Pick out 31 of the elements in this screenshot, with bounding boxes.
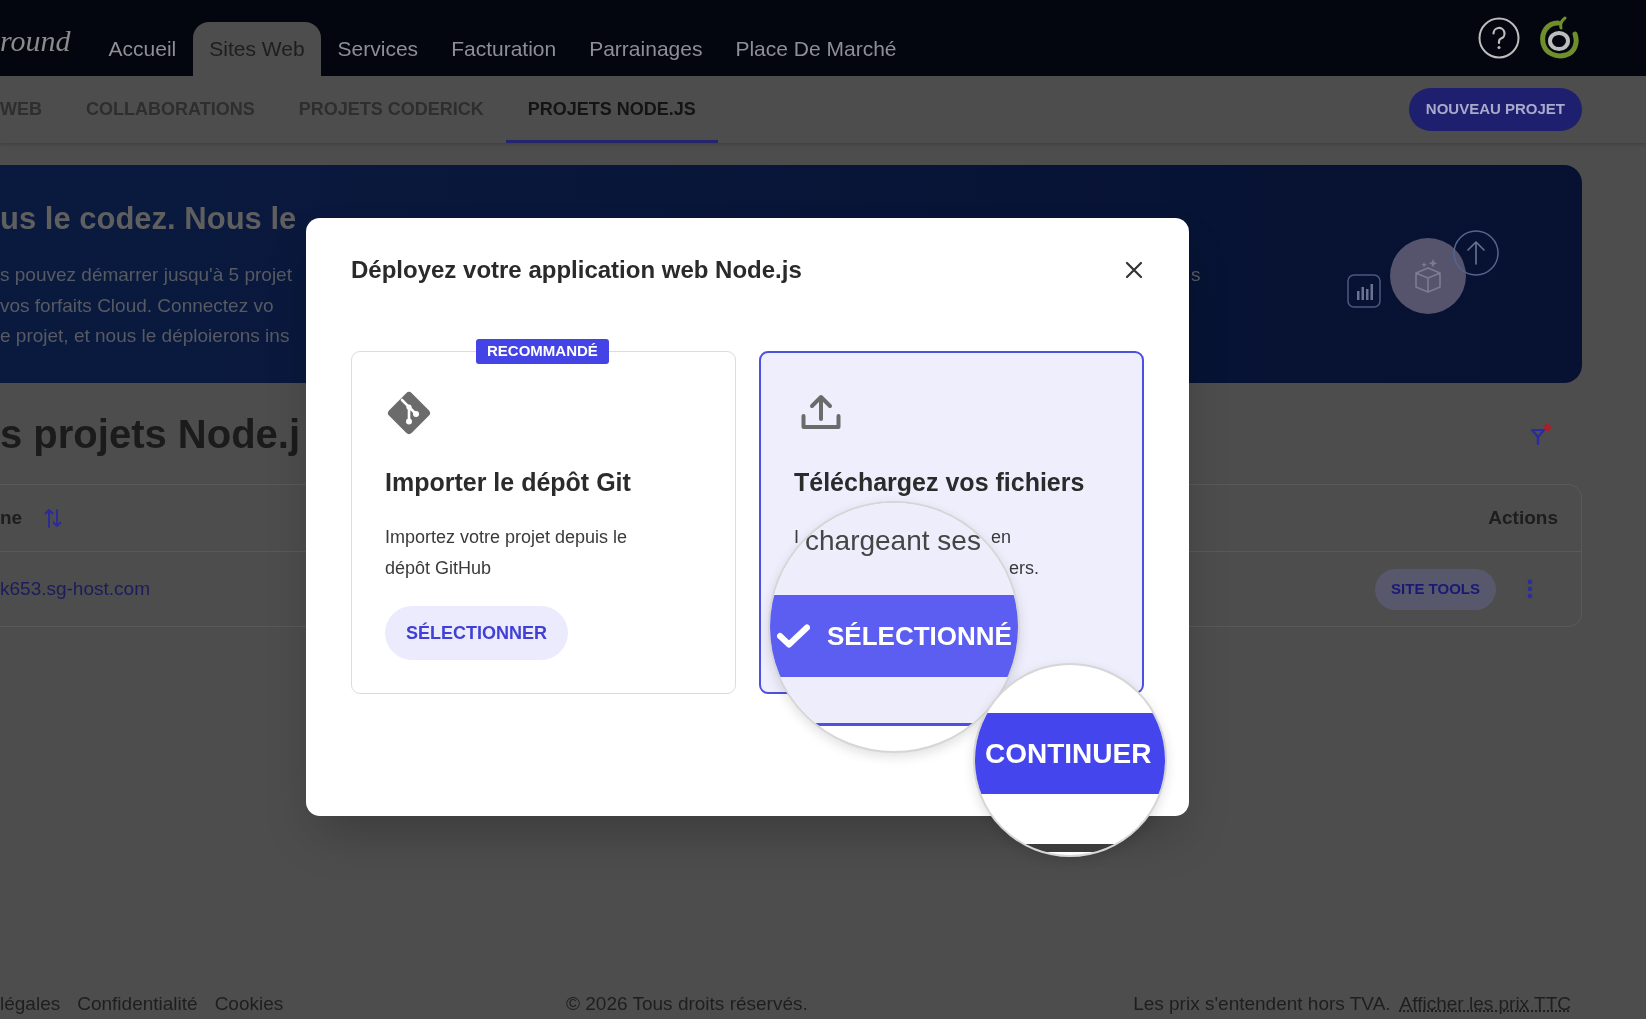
- bar-chart-icon: [1347, 274, 1381, 308]
- banner-text-line: e projet, et nous le déploierons ins: [0, 324, 290, 348]
- description-fragment: I: [794, 526, 799, 549]
- banner-text-line: s pouvez démarrer jusqu'à 5 projet: [0, 263, 292, 287]
- banner-text-line: vos forfaits Cloud. Connectez vo: [0, 293, 274, 318]
- nav-tab[interactable]: Place De Marché: [719, 22, 913, 76]
- new-project-button[interactable]: NOUVEAU PROJET: [1408, 88, 1582, 131]
- check-icon: [777, 624, 810, 648]
- logo-text[interactable]: round: [0, 21, 71, 61]
- select-button[interactable]: SÉLECTIONNER: [385, 606, 568, 660]
- logo-icon[interactable]: [1538, 16, 1580, 60]
- modal-title: Déployez votre application web Node.js: [351, 255, 802, 285]
- option-title: Importer le dépôt Git: [385, 467, 632, 497]
- recommended-badge: RECOMMANDÉ: [476, 339, 609, 364]
- description-fragment: en: [991, 526, 1012, 549]
- option-title: Téléchargez vos fichiers: [794, 467, 1086, 497]
- help-icon[interactable]: [1478, 17, 1520, 59]
- box-icon: [1389, 237, 1467, 315]
- option-description: Importez votre projet depuis le dépôt GitHub: [385, 526, 629, 580]
- banner-title: us le codez. Nous le: [0, 201, 298, 237]
- close-icon[interactable]: [1125, 261, 1143, 279]
- selected-button[interactable]: SÉLECTIONNÉ: [770, 595, 1018, 677]
- nav-tab[interactable]: Facturation: [435, 22, 573, 76]
- nav-tab[interactable]: Parrainages: [573, 22, 719, 76]
- nav-tab[interactable]: Services: [321, 22, 435, 76]
- magnified-text: chargeant ses: [805, 525, 981, 557]
- nav-tab[interactable]: Accueil: [92, 22, 193, 76]
- banner-text-line: s: [1191, 263, 1201, 287]
- upload-icon: [800, 394, 842, 431]
- description-fragment: ers.: [1009, 557, 1039, 580]
- continue-button[interactable]: CONTINUER: [975, 713, 1165, 794]
